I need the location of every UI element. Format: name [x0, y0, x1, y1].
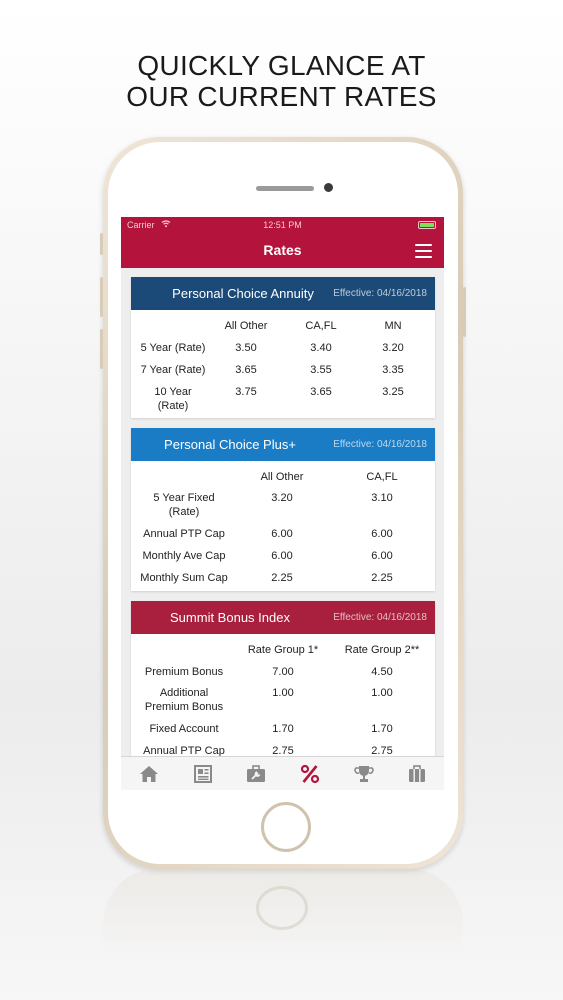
column-header: Rate Group 2**: [344, 644, 420, 656]
rate-value: 3.35: [382, 364, 404, 376]
row-label: 5 Year (Rate): [140, 342, 206, 354]
battery-icon: [418, 221, 436, 229]
card-header: Personal Choice Plus+ Effective: 04/16/2…: [131, 428, 435, 461]
rate-value: 1.70: [371, 723, 393, 735]
earpiece-speaker: [256, 186, 314, 191]
column-header: CA,FL: [305, 320, 337, 332]
rate-value: 3.20: [382, 342, 404, 354]
card-header: Summit Bonus Index Effective: 04/16/2018: [131, 601, 435, 634]
volume-up-button: [100, 277, 103, 317]
card-title: Summit Bonus Index: [170, 610, 290, 625]
rate-value: 4.50: [371, 666, 393, 678]
status-bar: Carrier 12:51 PM: [121, 217, 444, 233]
rate-value: 2.25: [271, 572, 293, 584]
rate-value: 7.00: [272, 666, 294, 678]
rate-table: Rate Group 1* Rate Group 2** Premium Bon…: [131, 634, 435, 761]
rate-value: 1.70: [272, 723, 294, 735]
trophy-icon[interactable]: [353, 764, 375, 784]
status-time: 12:51 PM: [263, 220, 302, 230]
column-header: CA,FL: [366, 471, 398, 483]
card-header: Personal Choice Annuity Effective: 04/16…: [131, 277, 435, 310]
row-label: 5 Year Fixed (Rate): [153, 492, 215, 518]
rate-value: 6.00: [271, 528, 293, 540]
headline-line-1: QUICKLY GLANCE AT: [137, 50, 426, 81]
app-screen: Carrier 12:51 PM Rates Personal Choice A…: [121, 217, 444, 790]
rate-table: All Other CA,FL MN 5 Year (Rate) 3.50 3.…: [131, 310, 435, 418]
power-button: [463, 287, 466, 337]
row-label: Annual PTP Cap: [143, 528, 225, 540]
rate-value: 3.75: [235, 386, 257, 398]
volume-down-button: [100, 329, 103, 369]
row-label: Monthly Ave Cap: [142, 550, 226, 562]
rate-value: 3.50: [235, 342, 257, 354]
rate-value: 3.25: [382, 386, 404, 398]
home-button[interactable]: [261, 802, 311, 852]
rate-value: 3.55: [310, 364, 332, 376]
column-header: Rate Group 1*: [247, 644, 319, 656]
row-label: Premium Bonus: [144, 666, 224, 678]
row-label: Additional Premium Bonus: [144, 687, 224, 713]
hamburger-menu-icon[interactable]: [415, 244, 432, 258]
row-label: Monthly Sum Cap: [140, 572, 228, 584]
card-title: Personal Choice Plus+: [164, 437, 296, 452]
rate-value: 3.65: [235, 364, 257, 376]
mute-switch: [100, 233, 103, 255]
nav-title: Rates: [263, 242, 302, 258]
rate-value: 6.00: [371, 528, 393, 540]
row-label: Fixed Account: [149, 723, 219, 735]
row-label: 10 Year (Rate): [154, 386, 192, 412]
rate-card-personal-choice-annuity: Personal Choice Annuity Effective: 04/16…: [131, 277, 435, 418]
column-header: MN: [384, 320, 402, 332]
column-header: All Other: [224, 320, 268, 332]
rate-value: 6.00: [271, 550, 293, 562]
rate-table: All Other CA,FL 5 Year Fixed (Rate) 3.20…: [131, 461, 435, 591]
rate-value: 3.10: [371, 492, 393, 504]
nav-bar: Rates: [121, 233, 444, 268]
rate-value: 3.65: [310, 386, 332, 398]
rate-value: 3.40: [310, 342, 332, 354]
card-effective-date: Effective: 04/16/2018: [333, 612, 427, 623]
column-header: All Other: [260, 471, 304, 483]
rate-value: 6.00: [371, 550, 393, 562]
marketing-headline: QUICKLY GLANCE AT OUR CURRENT RATES: [0, 50, 563, 112]
document-icon[interactable]: [192, 764, 214, 784]
home-icon[interactable]: [138, 764, 160, 784]
card-effective-date: Effective: 04/16/2018: [333, 439, 427, 450]
headline-line-2: OUR CURRENT RATES: [126, 81, 437, 112]
front-camera: [324, 183, 333, 192]
rate-value: 1.00: [371, 687, 393, 699]
rate-card-summit-bonus-index: Summit Bonus Index Effective: 04/16/2018…: [131, 601, 435, 761]
card-effective-date: Effective: 04/16/2018: [333, 288, 427, 299]
rate-value: 1.00: [272, 687, 294, 699]
tab-bar: [121, 756, 444, 790]
toolkit-icon[interactable]: [245, 764, 267, 784]
rate-card-personal-choice-plus: Personal Choice Plus+ Effective: 04/16/2…: [131, 428, 435, 591]
card-title: Personal Choice Annuity: [172, 286, 314, 301]
row-label: 7 Year (Rate): [140, 364, 206, 376]
rate-value: 2.25: [371, 572, 393, 584]
rate-value: 3.20: [271, 492, 293, 504]
briefcase-icon[interactable]: [406, 764, 428, 784]
home-button-reflection: [256, 886, 308, 930]
percent-icon[interactable]: [299, 764, 321, 784]
